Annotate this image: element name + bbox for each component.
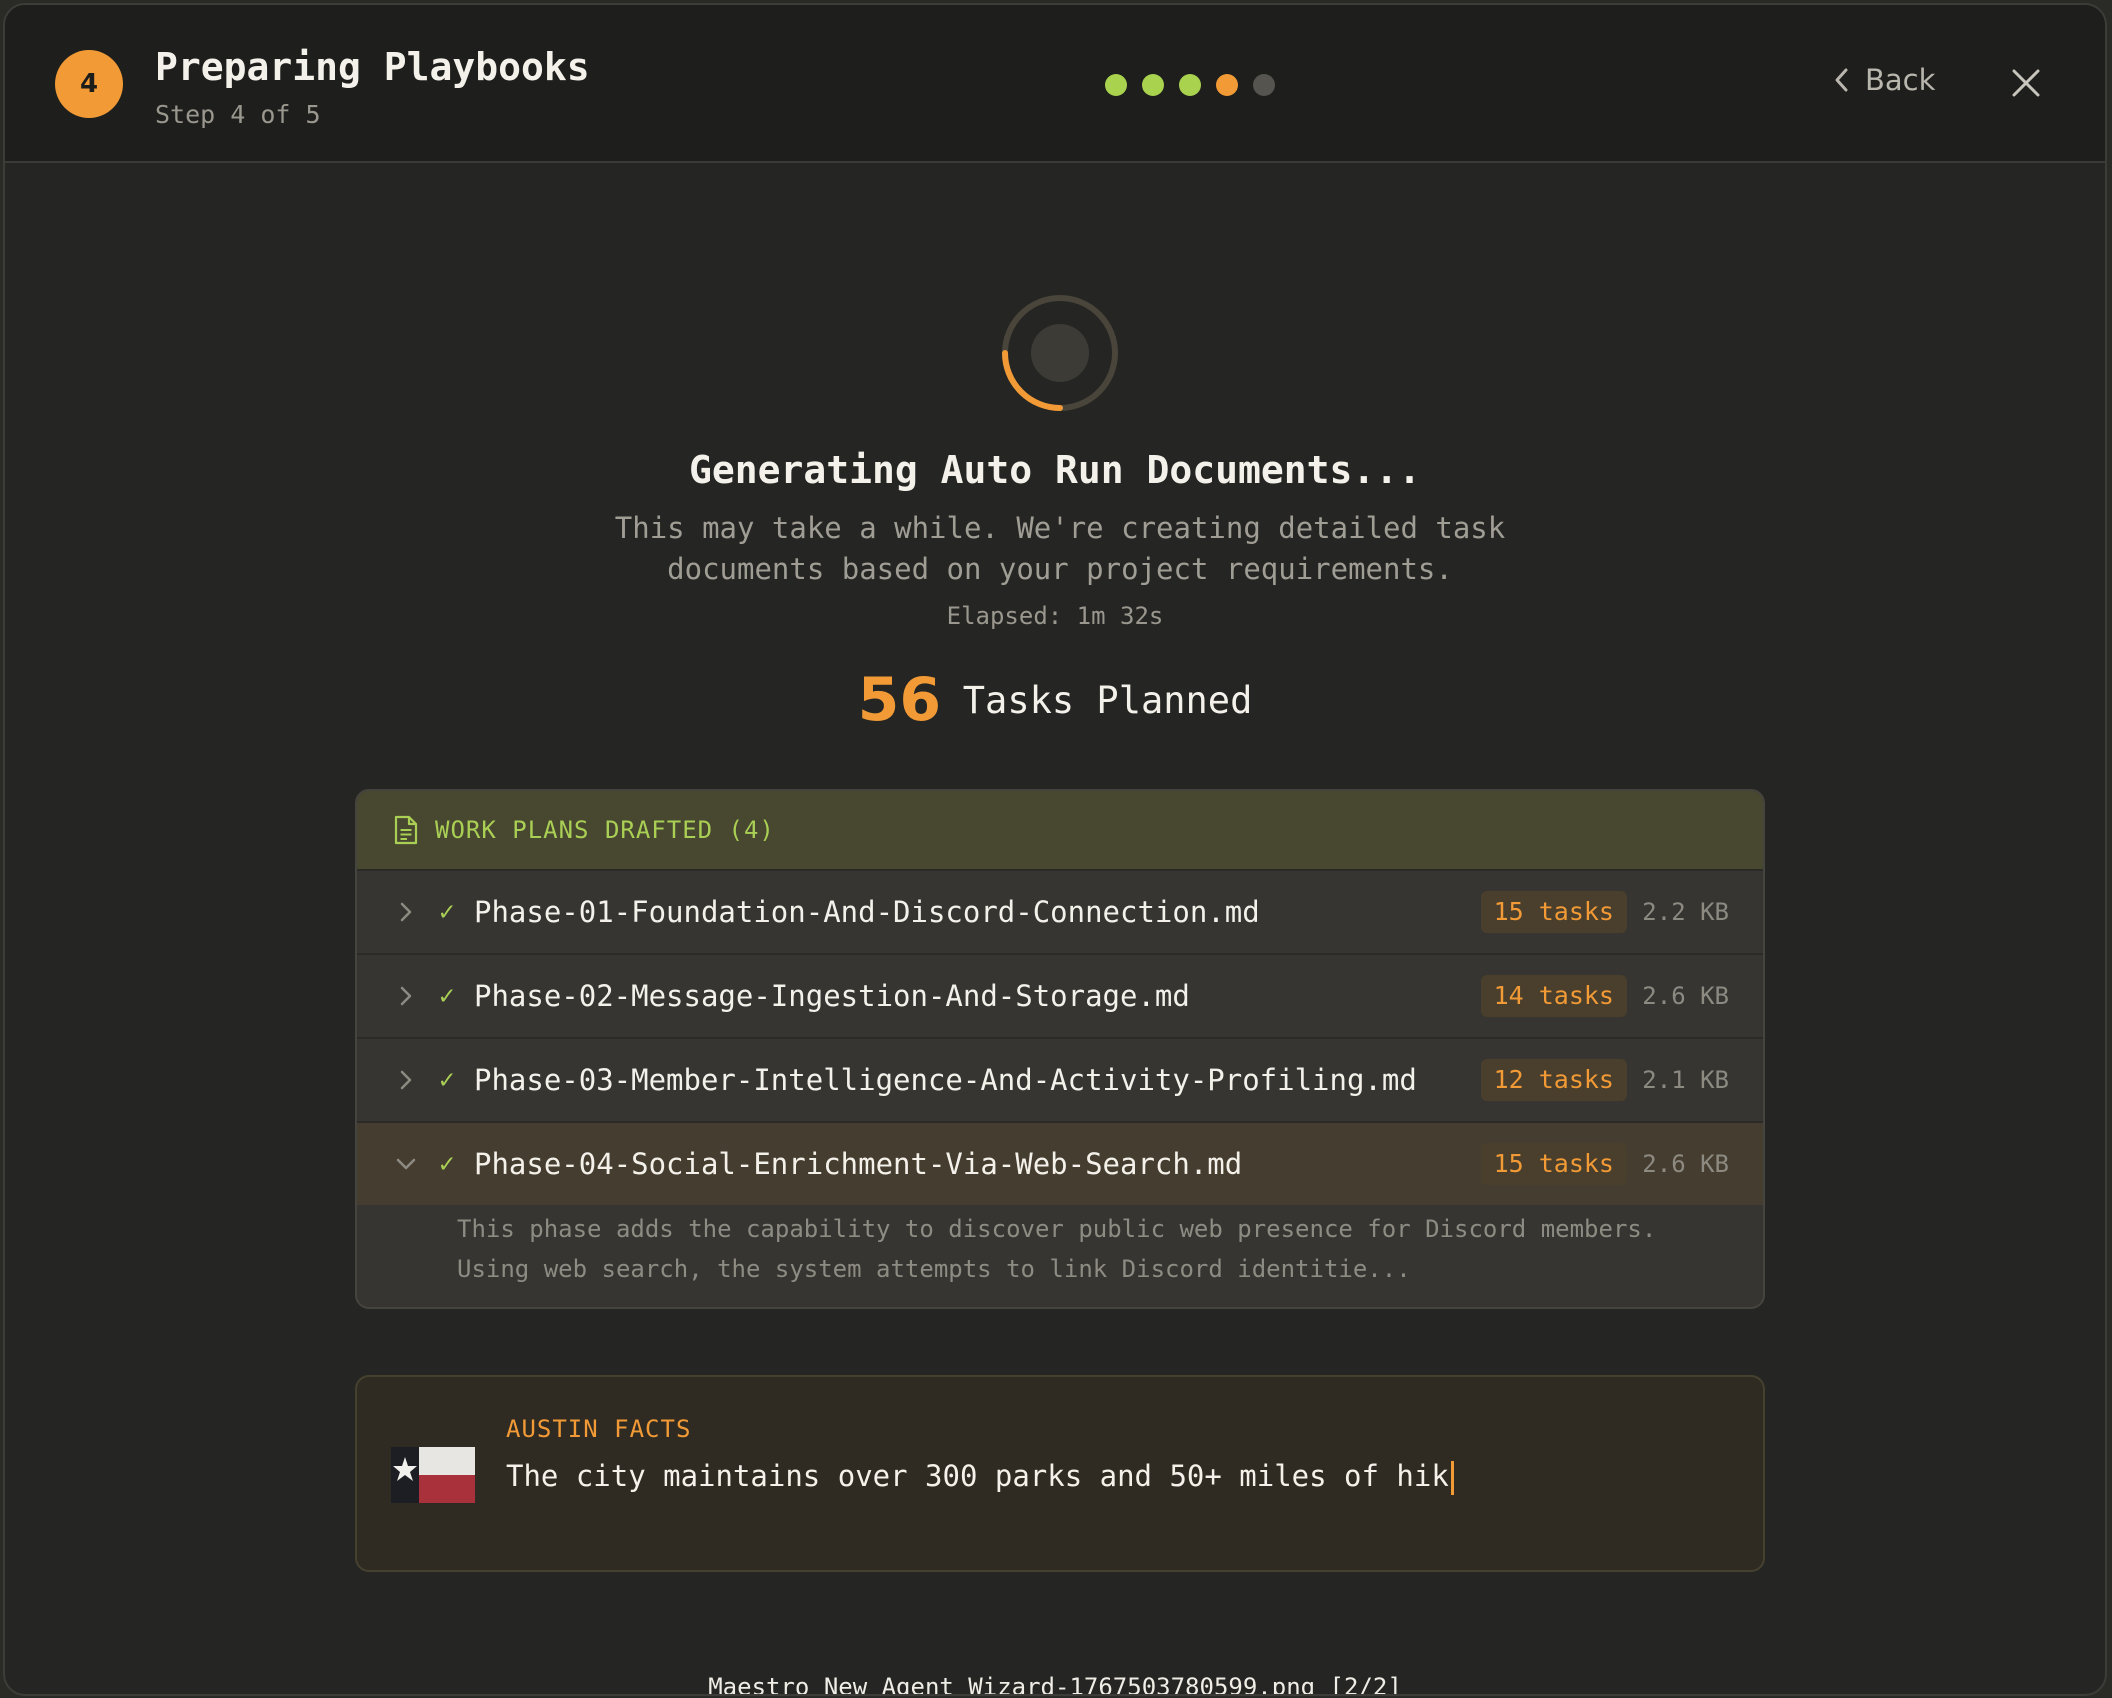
progress-dot	[1142, 74, 1164, 96]
elapsed-time: Elapsed: 1m 32s	[946, 602, 1164, 630]
tasks-planned-summary: 56 Tasks Planned	[5, 665, 2105, 735]
progress-dots	[1105, 74, 1275, 96]
work-plan-description-line: Using web search, the system attempts to…	[457, 1255, 1411, 1283]
facts-text: The city maintains over 300 parks and 50…	[506, 1459, 1449, 1493]
work-plans-panel: WORK PLANS DRAFTED (4) ✓ Phase-01-Founda…	[355, 789, 1765, 1309]
loading-spinner-icon	[1002, 295, 1118, 411]
work-plan-filename: Phase-01-Foundation-And-Discord-Connecti…	[474, 895, 1260, 929]
work-plan-filename: Phase-04-Social-Enrichment-Via-Web-Searc…	[474, 1147, 1243, 1181]
file-size: 2.6 KB	[1642, 982, 1729, 1010]
work-plans-header: WORK PLANS DRAFTED (4)	[357, 791, 1763, 869]
work-plan-row[interactable]: ✓ Phase-03-Member-Intelligence-And-Activ…	[357, 1037, 1763, 1121]
work-plan-filename: Phase-02-Message-Ingestion-And-Storage.m…	[474, 979, 1190, 1013]
work-plan-description-line: This phase adds the capability to discov…	[457, 1215, 1657, 1243]
checkmark-icon: ✓	[439, 897, 455, 927]
file-size: 2.6 KB	[1642, 1150, 1729, 1178]
work-plan-row[interactable]: ✓ Phase-02-Message-Ingestion-And-Storage…	[357, 953, 1763, 1037]
progress-dot	[1179, 74, 1201, 96]
typing-caret	[1450, 1461, 1454, 1495]
task-count-badge: 15 tasks	[1480, 891, 1627, 933]
file-size: 2.1 KB	[1642, 1066, 1729, 1094]
checkmark-icon: ✓	[439, 1065, 455, 1095]
progress-dot	[1105, 74, 1127, 96]
checkmark-icon: ✓	[439, 981, 455, 1011]
work-plan-row-expanded[interactable]: ✓ Phase-04-Social-Enrichment-Via-Web-Sea…	[357, 1121, 1763, 1205]
texas-flag-icon	[391, 1447, 475, 1503]
file-size: 2.2 KB	[1642, 898, 1729, 926]
work-plans-header-label: WORK PLANS DRAFTED (4)	[435, 816, 775, 844]
wizard-header: 4 Preparing Playbooks Step 4 of 5 Back	[5, 5, 2105, 163]
screenshot-caption: Maestro New Agent Wizard-1767503780599.p…	[708, 1673, 1402, 1696]
work-plan-row[interactable]: ✓ Phase-01-Foundation-And-Discord-Connec…	[357, 869, 1763, 953]
chevron-down-icon[interactable]	[395, 1153, 417, 1175]
wizard-window: 4 Preparing Playbooks Step 4 of 5 Back G…	[3, 3, 2107, 1696]
austin-facts-card: AUSTIN FACTS The city maintains over 300…	[355, 1375, 1765, 1572]
chevron-left-icon	[1835, 68, 1848, 92]
chevron-right-icon[interactable]	[395, 901, 417, 923]
facts-title: AUSTIN FACTS	[506, 1415, 692, 1443]
task-count-badge: 15 tasks	[1480, 1143, 1627, 1185]
checkmark-icon: ✓	[439, 1149, 455, 1179]
tasks-planned-count: 56	[857, 665, 942, 735]
task-count-badge: 14 tasks	[1480, 975, 1627, 1017]
document-icon	[394, 815, 418, 845]
facts-text-line: The city maintains over 300 parks and 50…	[506, 1459, 1454, 1495]
tasks-planned-label: Tasks Planned	[962, 678, 1253, 722]
progress-dot	[1253, 74, 1275, 96]
generating-description: This may take a while. We're creating de…	[614, 511, 1506, 586]
generating-title: Generating Auto Run Documents...	[688, 448, 1422, 492]
back-button-label: Back	[1865, 63, 1936, 97]
work-plan-filename: Phase-03-Member-Intelligence-And-Activit…	[474, 1063, 1417, 1097]
close-icon[interactable]	[2008, 65, 2044, 101]
progress-dot	[1216, 74, 1238, 96]
chevron-right-icon[interactable]	[395, 985, 417, 1007]
work-plan-description: This phase adds the capability to discov…	[357, 1209, 1763, 1289]
step-number-badge: 4	[55, 50, 123, 118]
chevron-right-icon[interactable]	[395, 1069, 417, 1091]
task-count-badge: 12 tasks	[1480, 1059, 1627, 1101]
step-indicator-text: Step 4 of 5	[155, 100, 321, 129]
wizard-title: Preparing Playbooks	[155, 45, 590, 89]
back-button[interactable]: Back	[1833, 63, 1935, 97]
